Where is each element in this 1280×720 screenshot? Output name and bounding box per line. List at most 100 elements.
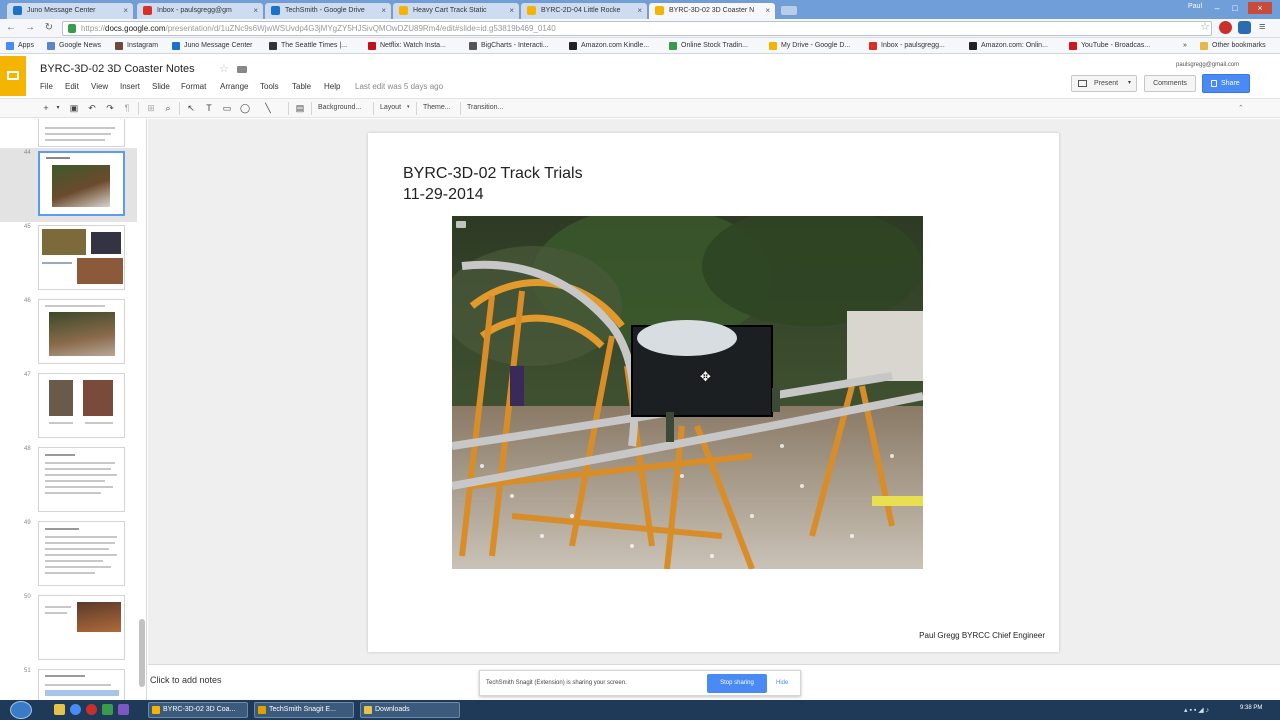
slide-filmstrip[interactable]: 44 45 46 47 48 49 50 51	[0, 119, 147, 700]
extension-red-icon[interactable]	[1219, 21, 1232, 34]
close-tab-icon[interactable]: ×	[381, 3, 386, 18]
maximize-icon[interactable]: □	[1228, 2, 1242, 14]
close-tab-icon[interactable]: ×	[765, 3, 770, 18]
close-tab-icon[interactable]: ×	[253, 3, 258, 18]
bookmark-apps[interactable]: Apps	[6, 41, 34, 51]
shape-icon[interactable]: ◯	[239, 103, 251, 114]
star-icon[interactable]: ☆	[219, 62, 229, 75]
bookmark-amazon-kindle[interactable]: Amazon.com Kindle...	[569, 41, 649, 51]
chrome-icon[interactable]	[70, 704, 81, 715]
menu-tools[interactable]: Tools	[260, 82, 279, 91]
taskbar-item[interactable]: BYRC-3D-02 3D Coa...	[148, 702, 248, 718]
new-tab-button[interactable]	[780, 5, 798, 16]
minimize-icon[interactable]: –	[1210, 2, 1224, 14]
slide-thumbnail[interactable]: 50	[0, 592, 137, 666]
bookmark-star-icon[interactable]: ☆	[1200, 21, 1213, 34]
reload-icon[interactable]: ↻	[43, 22, 55, 34]
close-tab-icon[interactable]: ×	[123, 3, 128, 18]
menu-format[interactable]: Format	[181, 82, 206, 91]
close-tab-icon[interactable]: ×	[509, 3, 514, 18]
layout-button[interactable]: Layout	[380, 104, 401, 111]
theme-button[interactable]: Theme...	[423, 104, 451, 111]
line-icon[interactable]: ╲	[262, 103, 274, 114]
bookmark-bigcharts[interactable]: BigCharts - Interacti...	[469, 41, 549, 51]
slide-thumbnail[interactable]: 45	[0, 222, 137, 296]
stop-sharing-button[interactable]: Stop sharing	[707, 674, 767, 693]
menu-insert[interactable]: Insert	[120, 82, 140, 91]
bookmark-juno[interactable]: Juno Message Center	[172, 41, 252, 51]
menu-table[interactable]: Table	[292, 82, 311, 91]
other-bookmarks[interactable]: Other bookmarks	[1200, 41, 1266, 51]
insert-comment-icon[interactable]: ▤	[294, 103, 306, 114]
bookmark-online-stock[interactable]: Online Stock Tradin...	[669, 41, 748, 51]
current-slide[interactable]: BYRC-3D-02 Track Trials 11-29-2014 ✥ Pau…	[368, 133, 1059, 652]
slide-thumbnail-selected[interactable]: 44	[0, 148, 137, 222]
taskbar-clock[interactable]: 9:38 PM	[1240, 705, 1262, 711]
slide-thumbnail[interactable]: 51	[0, 666, 137, 700]
coaster-track-photo[interactable]: ✥	[452, 216, 923, 569]
zoom-fit-icon[interactable]: ⊞	[145, 103, 157, 114]
slide-credit-text[interactable]: Paul Gregg BYRCC Chief Engineer	[919, 631, 1045, 640]
system-tray-icons[interactable]: ▴ ▪ ▪ ◢ ♪	[1184, 706, 1209, 714]
bookmark-amazon[interactable]: Amazon.com: Onlin...	[969, 41, 1048, 51]
bookmark-instagram[interactable]: Instagram	[115, 41, 158, 51]
slide-title[interactable]: BYRC-3D-02 Track Trials 11-29-2014	[403, 163, 583, 205]
chevron-down-icon[interactable]: ▾	[407, 104, 410, 110]
explorer-icon[interactable]	[54, 704, 65, 715]
browser-tab-active[interactable]: BYRC-3D-02 3D Coaster N ×	[648, 2, 776, 19]
bookmark-my-drive[interactable]: My Drive - Google D...	[769, 41, 850, 51]
document-title[interactable]: BYRC-3D-02 3D Coaster Notes	[40, 63, 195, 75]
menu-arrange[interactable]: Arrange	[220, 82, 248, 91]
filmstrip-scrollbar[interactable]	[139, 619, 145, 687]
menu-view[interactable]: View	[91, 82, 108, 91]
browser-tab[interactable]: BYRC-2D-04 Little Rocke ×	[520, 2, 648, 19]
bookmark-inbox[interactable]: Inbox - paulsgregg...	[869, 41, 945, 51]
start-button-icon[interactable]	[10, 701, 32, 719]
share-button[interactable]: Share	[1202, 74, 1250, 93]
bookmark-seattle-times[interactable]: The Seattle Times |...	[269, 41, 347, 51]
browser-tab[interactable]: TechSmith - Google Drive ×	[264, 2, 392, 19]
taskbar-item[interactable]: Downloads	[360, 702, 460, 718]
back-icon[interactable]: ←	[5, 22, 17, 34]
browser-user-name[interactable]: Paul	[1188, 3, 1202, 10]
close-tab-icon[interactable]: ×	[637, 3, 642, 18]
chevron-down-icon[interactable]: ▾	[52, 103, 64, 114]
menu-icon[interactable]: ≡	[1259, 21, 1272, 34]
print-icon[interactable]: ▣	[68, 103, 80, 114]
bookmark-youtube[interactable]: YouTube - Broadcas...	[1069, 41, 1150, 51]
menu-edit[interactable]: Edit	[65, 82, 79, 91]
background-button[interactable]: Background...	[318, 104, 361, 111]
slides-home-icon[interactable]	[0, 56, 26, 96]
slide-thumbnail[interactable]: 46	[0, 296, 137, 370]
bookmark-google-news[interactable]: Google News	[47, 41, 101, 51]
browser-tab[interactable]: Heavy Cart Track Static ×	[392, 2, 520, 19]
media-icon[interactable]	[86, 704, 97, 715]
select-icon[interactable]: ↖	[185, 103, 197, 114]
notes-placeholder[interactable]: Click to add notes	[150, 675, 222, 685]
bookmark-netflix[interactable]: Netflix: Watch Insta...	[368, 41, 446, 51]
extension-blue-icon[interactable]	[1238, 21, 1251, 34]
taskbar-item[interactable]: TechSmith Snagit E...	[254, 702, 354, 718]
close-window-icon[interactable]: ×	[1248, 2, 1272, 14]
chevron-down-icon[interactable]: ▾	[1128, 76, 1131, 91]
menu-help[interactable]: Help	[324, 82, 340, 91]
forward-icon[interactable]: →	[24, 22, 36, 34]
more-bookmarks-icon[interactable]: »	[1183, 41, 1187, 51]
app-icon[interactable]	[102, 704, 113, 715]
url-input[interactable]: https://docs.google.com/presentation/d/1…	[62, 21, 1212, 36]
slide-thumbnail[interactable]: 48	[0, 444, 137, 518]
image-icon[interactable]: ▭	[221, 103, 233, 114]
browser-tab[interactable]: Juno Message Center ×	[6, 2, 134, 19]
last-edit-link[interactable]: Last edit was 5 days ago	[355, 82, 443, 91]
account-email[interactable]: paulsgregg@gmail.com	[1176, 62, 1239, 68]
app-icon[interactable]	[118, 704, 129, 715]
slide-thumbnail[interactable]: 49	[0, 518, 137, 592]
slide-thumbnail[interactable]: 47	[0, 370, 137, 444]
comments-button[interactable]: Comments	[1144, 75, 1196, 92]
menu-slide[interactable]: Slide	[152, 82, 170, 91]
text-box-icon[interactable]: T	[203, 103, 215, 114]
menu-file[interactable]: File	[40, 82, 53, 91]
move-to-folder-icon[interactable]	[237, 66, 247, 73]
paint-format-icon[interactable]: ¶	[121, 103, 133, 114]
undo-icon[interactable]: ↶	[86, 103, 98, 114]
